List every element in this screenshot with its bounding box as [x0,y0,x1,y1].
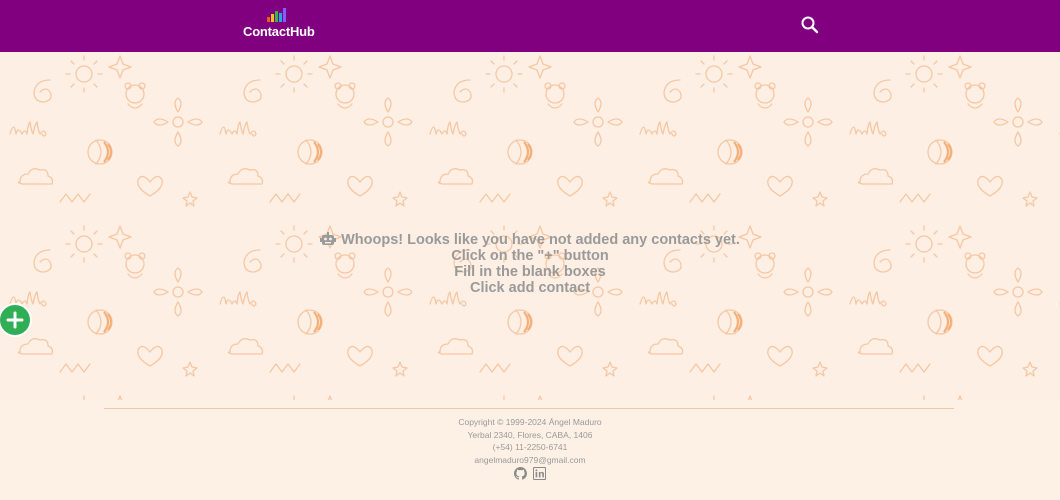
add-contact-button[interactable] [0,305,30,335]
search-button[interactable] [800,15,820,35]
copyright-text: Copyright © 1999-2024 Ángel Maduro [458,417,602,427]
linkedin-link[interactable] [532,466,547,481]
search-icon [801,16,819,34]
footer: Copyright © 1999-2024 Ángel Maduro Yerba… [0,400,1060,500]
app-name: ContactHub [243,24,315,39]
github-link[interactable] [514,467,527,480]
top-navbar: ContactHub [0,0,1060,52]
robot-icon [320,232,337,245]
email-text: angelmaduro979@gmail.com [474,454,586,465]
address-text: Yerbal 2340, Flores, CABA, 1406 [467,429,593,440]
empty-state-line-3: Fill in the blank boxes [454,264,606,280]
contacts-area: Whoops! Looks like you have not added an… [0,52,1060,400]
github-icon [514,467,527,480]
app-logo[interactable]: ContactHub [243,8,315,42]
phone-text: (+54) 11-2250-6741 [492,442,568,453]
empty-state-line-4: Click add contact [469,280,591,296]
linkedin-icon [532,466,547,481]
footer-divider [104,408,954,409]
bar-chart-logo-icon [267,8,286,22]
doodle-background-pattern [0,52,1060,400]
empty-state-message: Whoops! Looks like you have not added an… [230,232,830,296]
empty-state-line-2: Click on the "+" button [451,248,609,264]
footer-info: Copyright © 1999-2024 Ángel Maduro Yerba… [330,416,730,466]
plus-icon [6,311,24,329]
empty-state-line-1: Whoops! Looks like you have not added an… [341,232,740,248]
social-links [514,466,547,481]
